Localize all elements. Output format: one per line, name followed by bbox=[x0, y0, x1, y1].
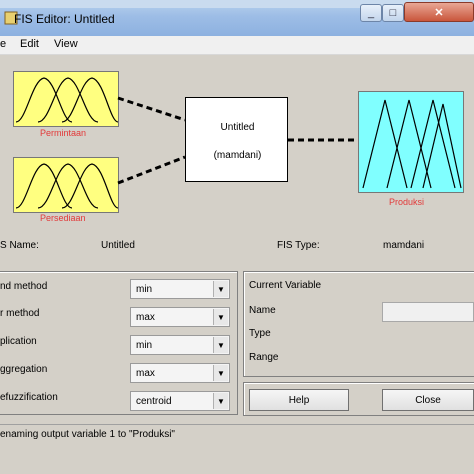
fis-type-value: mamdani bbox=[383, 240, 425, 251]
fis-name-value: Untitled bbox=[101, 240, 135, 251]
variable-name-field[interactable] bbox=[382, 302, 474, 322]
output-membership-functions-icon bbox=[362, 99, 462, 189]
variable-range-label: Range bbox=[249, 352, 279, 363]
chevron-down-icon: ▼ bbox=[213, 281, 228, 297]
aggregation-value: max bbox=[136, 368, 155, 379]
fis-type-label: FIS Type: bbox=[277, 240, 320, 251]
implication-value: min bbox=[136, 340, 153, 351]
and-method-select[interactable]: min ▼ bbox=[130, 279, 230, 299]
defuzzification-select[interactable]: centroid ▼ bbox=[130, 391, 230, 411]
chevron-down-icon: ▼ bbox=[213, 309, 228, 325]
fis-system-block[interactable]: Untitled (mamdani) bbox=[185, 97, 288, 182]
chevron-down-icon: ▼ bbox=[213, 337, 228, 353]
chevron-down-icon: ▼ bbox=[213, 393, 228, 409]
variable-name-label: Name bbox=[249, 305, 276, 316]
output-variable-produksi[interactable] bbox=[358, 91, 464, 193]
system-type: (mamdani) bbox=[213, 150, 262, 161]
and-method-value: min bbox=[136, 284, 153, 295]
and-method-label: nd method bbox=[0, 281, 48, 292]
aggregation-label: ggregation bbox=[0, 364, 48, 375]
help-button[interactable]: Help bbox=[249, 389, 349, 411]
defuzzification-value: centroid bbox=[136, 396, 172, 407]
variable-type-label: Type bbox=[249, 328, 271, 339]
or-method-select[interactable]: max ▼ bbox=[130, 307, 230, 327]
or-method-label: r method bbox=[0, 308, 40, 319]
system-name: Untitled bbox=[220, 122, 255, 133]
fis-name-label: S Name: bbox=[0, 240, 39, 251]
close-button[interactable]: Close bbox=[382, 389, 474, 411]
chevron-down-icon: ▼ bbox=[213, 365, 228, 381]
status-message: enaming output variable 1 to "Produksi" bbox=[0, 429, 175, 440]
output-label-produksi: Produksi bbox=[389, 197, 425, 207]
current-variable-title: Current Variable bbox=[249, 280, 322, 291]
aggregation-select[interactable]: max ▼ bbox=[130, 363, 230, 383]
implication-label: plication bbox=[0, 336, 37, 347]
defuzzification-label: efuzzification bbox=[0, 392, 58, 403]
implication-select[interactable]: min ▼ bbox=[130, 335, 230, 355]
or-method-value: max bbox=[136, 312, 155, 323]
